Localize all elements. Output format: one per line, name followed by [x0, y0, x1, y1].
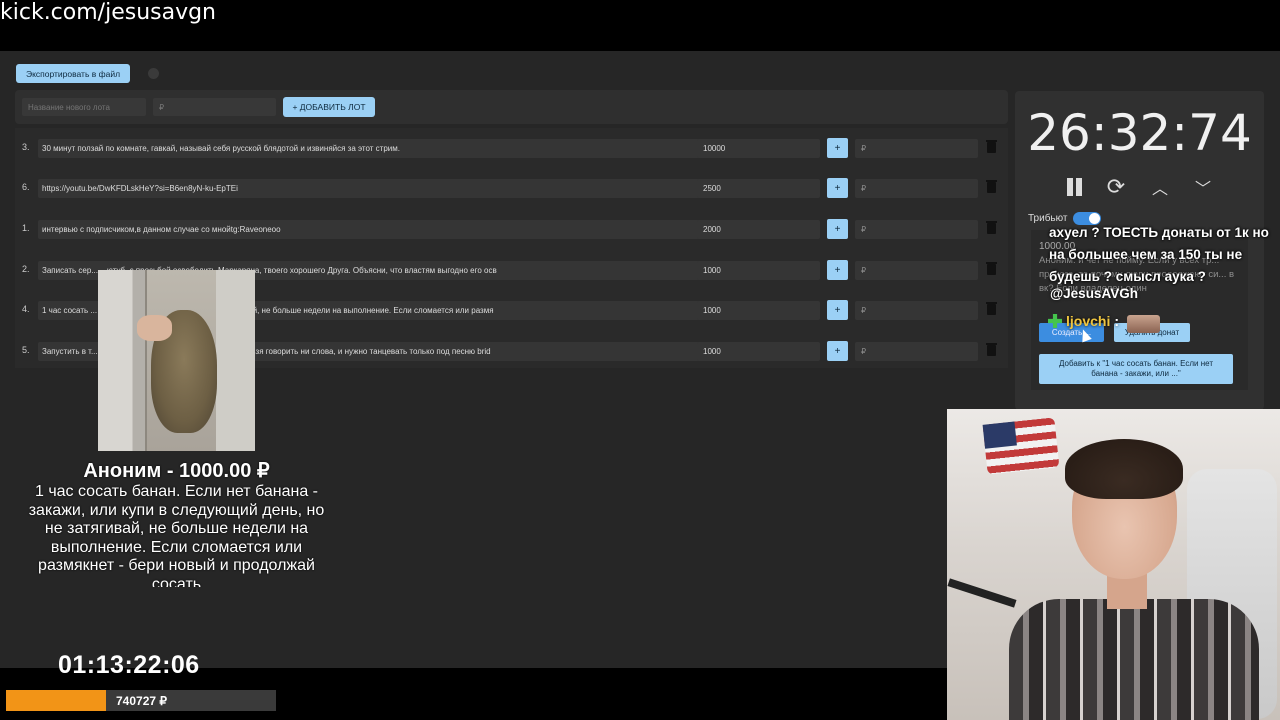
trash-icon[interactable] — [986, 180, 997, 193]
trash-icon[interactable] — [986, 221, 997, 234]
lot-extra-amount-input[interactable]: ₽ — [855, 342, 978, 361]
refresh-icon[interactable]: ⟳ — [1104, 174, 1128, 199]
status-dot-icon — [148, 68, 159, 79]
chat-username: ljovchi : — [1048, 313, 1119, 329]
chevron-down-icon[interactable]: ﹀ — [1193, 176, 1213, 198]
stream-timer: 01:13:22:06 — [58, 651, 200, 679]
chevron-up-icon[interactable]: ︿ — [1150, 176, 1170, 198]
chat-mention: @JesusAVGh — [1050, 286, 1138, 301]
trash-icon[interactable] — [986, 262, 997, 275]
lot-number: 5. — [22, 345, 30, 355]
flag-image — [982, 417, 1060, 475]
lot-extra-amount-input[interactable]: ₽ — [855, 139, 978, 158]
progress-fill — [6, 690, 106, 711]
trash-icon[interactable] — [986, 140, 997, 153]
lot-amount-field[interactable]: 2000 — [697, 220, 820, 239]
chat-message: ахуел ? ТОЕСТЬ донаты от 1к но на больше… — [1049, 225, 1269, 284]
add-lot-button[interactable]: + ДОБАВИТЬ ЛОТ — [283, 97, 375, 117]
pause-icon[interactable] — [1065, 177, 1083, 197]
trash-icon[interactable] — [986, 302, 997, 315]
lot-row: 1. интервью с подписчиком,в данном случа… — [15, 209, 1008, 249]
lot-number: 6. — [22, 182, 30, 192]
lot-add-amount-button[interactable]: + — [827, 219, 848, 239]
chat-separator: : — [1114, 313, 1120, 329]
lot-extra-amount-input[interactable]: ₽ — [855, 261, 978, 280]
lot-add-amount-button[interactable]: + — [827, 341, 848, 361]
donation-alert-text: 1 час сосать банан. Если нет банана - за… — [28, 483, 325, 587]
lot-amount-field[interactable]: 2500 — [697, 179, 820, 198]
lot-name-field[interactable]: https://youtu.be/DwKFDLskHeY?si=B6en8yN-… — [38, 179, 705, 198]
lot-extra-amount-input[interactable]: ₽ — [855, 220, 978, 239]
lot-number: 4. — [22, 304, 30, 314]
browser-url: kick.com/jesusavgn — [0, 0, 217, 25]
export-button[interactable]: Экспортировать в файл — [16, 64, 130, 83]
lot-add-amount-button[interactable]: + — [827, 178, 848, 198]
auction-countdown: 26:32:74 — [1027, 104, 1252, 162]
new-lot-name-input[interactable] — [22, 98, 146, 116]
lot-add-amount-button[interactable]: + — [827, 300, 848, 320]
lot-extra-amount-input[interactable]: ₽ — [855, 179, 978, 198]
plus-badge-icon — [1048, 314, 1062, 328]
add-to-lot-button[interactable]: Добавить к "1 час сосать банан. Если нет… — [1039, 354, 1233, 384]
lot-name-field[interactable]: 30 минут ползай по комнате, гавкай, назы… — [38, 139, 705, 158]
new-lot-amount-input[interactable] — [153, 98, 276, 116]
lot-name-field[interactable]: интервью с подписчиком,в данном случае с… — [38, 220, 705, 239]
webcam-feed — [947, 409, 1280, 720]
donation-gif — [98, 270, 255, 451]
donation-progress-bar: 740727 ₽ — [6, 690, 276, 711]
lot-amount-field[interactable]: 1000 — [697, 301, 820, 320]
lot-number: 2. — [22, 264, 30, 274]
hand-image — [137, 315, 172, 341]
lot-add-amount-button[interactable]: + — [827, 260, 848, 280]
progress-total: 740727 ₽ — [116, 694, 168, 708]
lot-extra-amount-input[interactable]: ₽ — [855, 301, 978, 320]
lot-amount-field[interactable]: 1000 — [697, 342, 820, 361]
chat-emote — [1127, 315, 1160, 333]
chat-username-text: ljovchi — [1066, 313, 1111, 329]
lot-number: 1. — [22, 223, 30, 233]
lot-amount-field[interactable]: 10000 — [697, 139, 820, 158]
lot-number: 3. — [22, 142, 30, 152]
trash-icon[interactable] — [986, 343, 997, 356]
lot-add-amount-button[interactable]: + — [827, 138, 848, 158]
lot-amount-field[interactable]: 1000 — [697, 261, 820, 280]
lot-row: 6. https://youtu.be/DwKFDLskHeY?si=B6en8… — [15, 168, 1008, 208]
donation-alert-title: Аноним - 1000.00 ₽ — [83, 460, 270, 482]
streamer-hair — [1065, 439, 1183, 499]
lot-row: 3. 30 минут ползай по комнате, гавкай, н… — [15, 128, 1008, 168]
microphone-arm — [947, 578, 1017, 608]
streamer-shirt — [1009, 599, 1259, 720]
